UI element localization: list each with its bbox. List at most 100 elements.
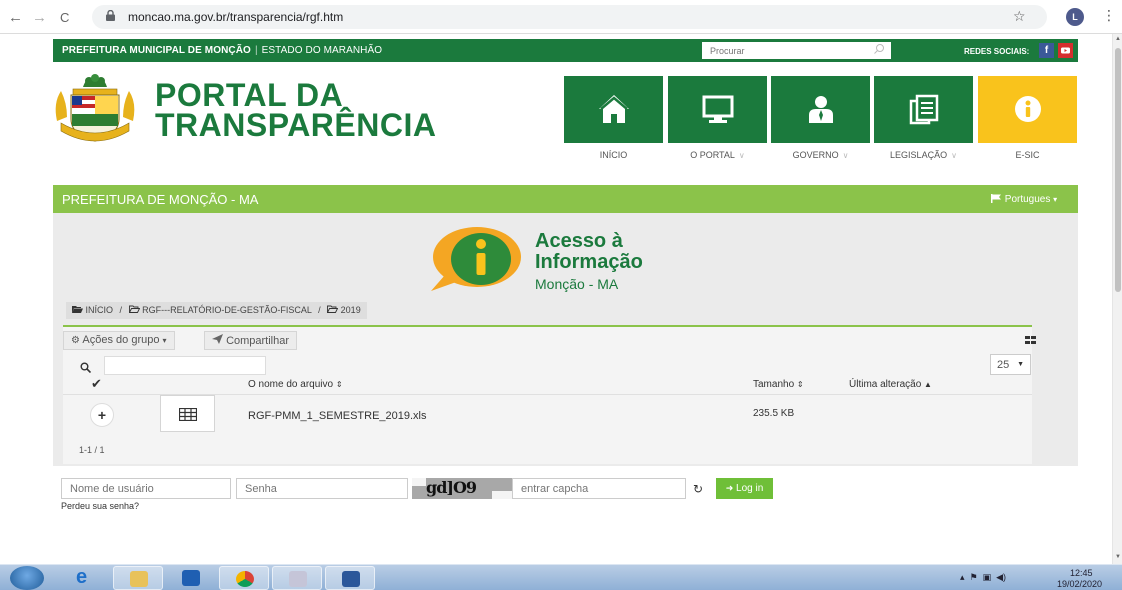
scissors-icon xyxy=(289,571,307,587)
pagination-info: 1-1 / 1 xyxy=(79,445,105,455)
column-header-name[interactable]: O nome do arquivo ⇕ xyxy=(248,379,343,390)
taskbar-outlook[interactable] xyxy=(166,566,216,590)
gear-icon: ⚙ xyxy=(71,335,80,346)
page-scrollbar[interactable]: ▲ ▼ xyxy=(1112,34,1122,564)
url-text: moncao.ma.gov.br/transparencia/rgf.htm xyxy=(128,10,344,24)
per-page-value: 25 xyxy=(997,359,1010,371)
menu-text: E-SIC xyxy=(1015,150,1040,160)
profile-avatar[interactable]: L xyxy=(1066,8,1084,26)
group-actions-label: Ações do grupo xyxy=(82,334,160,346)
captcha-noise xyxy=(492,491,512,499)
folder-outline-icon xyxy=(326,305,339,313)
acesso-informacao-logo xyxy=(431,227,521,291)
column-header-modified[interactable]: Última alteração ▲ xyxy=(849,379,932,390)
search-icon[interactable] xyxy=(873,43,885,55)
lock-icon xyxy=(106,10,115,21)
sort-icon: ⇕ xyxy=(335,380,343,389)
menu-text: LEGISLAÇÃO xyxy=(890,150,948,160)
tile-inicio[interactable] xyxy=(564,76,663,143)
system-tray-icons[interactable]: ▴ ⚑ ▣ ◀) xyxy=(960,572,1006,583)
password-input[interactable] xyxy=(236,478,408,499)
group-actions-button[interactable]: ⚙ Ações do grupo ▾ xyxy=(63,331,175,350)
menu-label-o-portal[interactable]: O PORTAL ∨ xyxy=(668,150,767,160)
taskbar-internet-explorer[interactable]: e xyxy=(60,566,110,590)
taskbar-chrome[interactable] xyxy=(219,566,269,590)
sort-icon: ⇕ xyxy=(796,380,804,389)
back-button[interactable]: ← xyxy=(8,9,23,26)
os-taskbar: e ▴ ⚑ ▣ ◀) 12:45 19/02/2020 xyxy=(0,564,1122,590)
menu-label-governo[interactable]: GOVERNO ∨ xyxy=(771,150,870,160)
monitor-icon xyxy=(702,95,734,123)
portal-title-logo[interactable]: PORTAL DA TRANSPARÊNCIA xyxy=(155,79,436,141)
tile-e-sic[interactable] xyxy=(978,76,1077,143)
site-brand: PREFEITURA MUNICIPAL DE MONÇÃO | ESTADO DO… xyxy=(62,45,382,56)
forward-button[interactable]: → xyxy=(32,9,47,26)
sort-asc-icon: ▲ xyxy=(924,380,932,389)
clock-date: 19/02/2020 xyxy=(1057,579,1103,589)
folder-outline-icon xyxy=(128,305,140,313)
taskbar-snipping-tool[interactable] xyxy=(272,566,322,590)
info-icon xyxy=(1015,96,1041,122)
breadcrumb-folder-2019[interactable]: 2019 xyxy=(341,305,361,315)
menu-label-legislacao[interactable]: LEGISLAÇÃO ∨ xyxy=(874,150,973,160)
login-button[interactable]: ➜ Log in xyxy=(716,478,773,499)
scroll-down-arrow-icon[interactable]: ▼ xyxy=(1115,554,1121,560)
language-selector[interactable]: Portugues ▾ xyxy=(991,194,1057,205)
expand-row-button[interactable]: + xyxy=(90,403,114,427)
lost-password-link[interactable]: Perdeu sua senha? xyxy=(61,501,139,511)
address-bar[interactable]: moncao.ma.gov.br/transparencia/rgf.htm xyxy=(92,5,1047,29)
menu-label-inicio[interactable]: INÍCIO xyxy=(564,150,663,160)
documents-icon xyxy=(909,94,939,125)
header-text: O nome do arquivo xyxy=(248,379,334,390)
access-info-line1: Acesso à xyxy=(535,230,623,252)
facebook-icon[interactable]: f xyxy=(1039,43,1054,58)
reload-button[interactable]: C xyxy=(60,10,69,25)
site-search-input[interactable] xyxy=(702,42,891,59)
taskbar-word[interactable] xyxy=(325,566,375,590)
bookmark-star-icon[interactable]: ☆ xyxy=(1013,8,1026,25)
file-filter-input[interactable] xyxy=(104,356,266,375)
header-text: Tamanho xyxy=(753,379,795,390)
select-all-checkmark-icon[interactable]: ✔ xyxy=(91,376,102,392)
site-topbar: PREFEITURA MUNICIPAL DE MONÇÃO | ESTADO DO… xyxy=(53,39,1078,62)
taskbar-file-explorer[interactable] xyxy=(113,566,163,590)
folder-open-icon xyxy=(72,306,83,313)
scroll-up-arrow-icon[interactable]: ▲ xyxy=(1115,36,1121,42)
social-label: REDES SOCIAIS: xyxy=(964,47,1030,56)
windows-start-button[interactable] xyxy=(10,566,44,590)
page-banner: PREFEITURA DE MONÇÃO - MA Portugues ▾ xyxy=(53,185,1078,213)
share-button[interactable]: Compartilhar xyxy=(204,331,298,350)
tile-legislacao[interactable] xyxy=(874,76,973,143)
file-type-thumbnail[interactable] xyxy=(160,395,215,432)
access-info-subtitle: Monção - MA xyxy=(535,276,619,292)
chevron-down-icon: ∨ xyxy=(842,151,849,160)
file-name-link[interactable]: RGF-PMM_1_SEMESTRE_2019.xls xyxy=(248,410,427,422)
captcha-text: gd]O9 xyxy=(426,478,477,497)
breadcrumb-separator: / xyxy=(119,305,123,315)
captcha-input[interactable] xyxy=(512,478,686,499)
refresh-captcha-icon[interactable]: ↻ xyxy=(693,482,703,496)
items-per-page-select[interactable]: 25 ▼ xyxy=(990,354,1031,375)
youtube-icon[interactable] xyxy=(1058,43,1073,58)
grid-view-icon[interactable] xyxy=(1025,336,1036,344)
word-document-icon xyxy=(342,571,360,587)
column-header-size[interactable]: Tamanho ⇕ xyxy=(753,379,804,390)
spreadsheet-icon xyxy=(179,408,197,421)
breadcrumb-folder-rgf[interactable]: RGF---RELATÓRIO-DE-GESTÃO-FISCAL xyxy=(142,305,312,315)
login-button-label: Log in xyxy=(736,483,764,494)
municipality-name[interactable]: PREFEITURA MUNICIPAL DE MONÇÃO xyxy=(62,45,251,56)
banner-title: PREFEITURA DE MONÇÃO - MA xyxy=(62,192,259,207)
outlook-icon xyxy=(182,570,200,586)
internet-explorer-icon: e xyxy=(76,566,88,588)
chevron-down-icon: ∨ xyxy=(738,151,745,160)
breadcrumb-home[interactable]: INÍCIO xyxy=(86,305,114,315)
menu-label-e-sic[interactable]: E-SIC xyxy=(978,150,1077,160)
username-input[interactable] xyxy=(61,478,231,499)
municipal-crest-logo[interactable] xyxy=(53,73,137,145)
chevron-down-icon: ∨ xyxy=(951,151,957,160)
scrollbar-thumb[interactable] xyxy=(1115,48,1121,292)
header-text: Última alteração xyxy=(849,379,922,390)
tile-governo[interactable] xyxy=(771,76,870,143)
browser-menu-icon[interactable]: ⋮ xyxy=(1102,7,1116,24)
tile-o-portal[interactable] xyxy=(668,76,767,143)
